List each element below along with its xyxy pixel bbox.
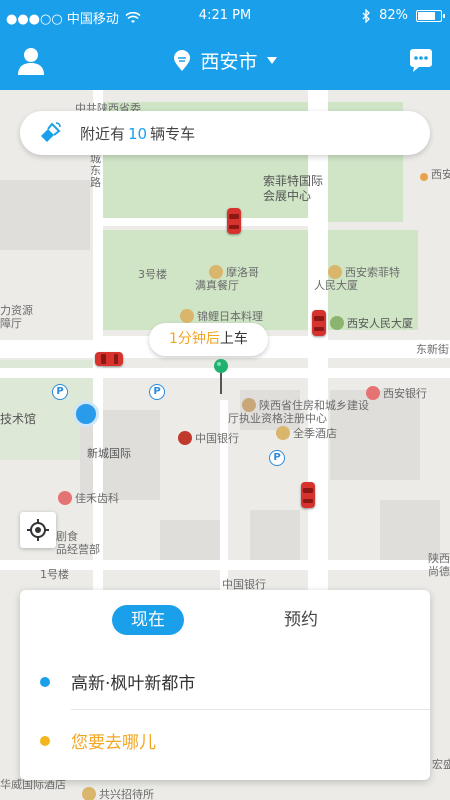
map-block — [160, 520, 220, 560]
parking-icon: P — [52, 384, 68, 400]
divider — [71, 709, 430, 710]
bank-icon — [178, 431, 192, 445]
map-label: 东新街 — [416, 343, 449, 356]
poi-marker-icon — [420, 173, 428, 181]
map-label: 全季酒店 — [276, 425, 337, 441]
origin-dot — [40, 676, 50, 687]
car-icon — [312, 310, 326, 336]
system-indicators: 82% — [361, 8, 445, 23]
ride-request-panel: 现在 预约 高新·枫叶新都市 您要去哪儿 — [20, 590, 430, 780]
city-selector[interactable]: 西安市 — [0, 47, 450, 74]
map-label: 西安银行 — [366, 385, 427, 401]
map-label: 锦鲤日本料理 — [180, 308, 263, 324]
location-badge-icon — [174, 49, 191, 71]
map-label: 佳禾齿科 — [58, 490, 119, 506]
destination-row[interactable]: 您要去哪儿 — [20, 713, 430, 768]
tab-book[interactable]: 预约 — [265, 605, 337, 635]
bluetooth-icon — [362, 8, 371, 23]
nearby-suffix: 辆专车 — [150, 124, 196, 143]
map-label: 3号楼 — [138, 268, 167, 281]
map-label: 剧食 品经营部 — [56, 530, 100, 556]
map-label: 西安 — [420, 166, 450, 182]
map-label: 中国银行 — [178, 430, 239, 446]
map-block — [250, 510, 300, 560]
map-label: 摩洛哥 满真餐厅 — [195, 265, 259, 292]
map-block — [0, 180, 90, 250]
megaphone-icon — [41, 122, 61, 142]
nearby-cars-text: 附近有 10 辆专车 — [80, 123, 195, 144]
origin-address: 高新·枫叶新都市 — [71, 674, 196, 694]
map-road — [100, 218, 320, 226]
nearby-count: 10 — [128, 124, 148, 143]
map-label: 宏盛 — [432, 758, 450, 771]
battery-percent: 82% — [379, 8, 408, 23]
medical-icon — [58, 491, 72, 505]
battery-icon — [416, 9, 445, 22]
battery-fill — [418, 11, 435, 20]
building-icon — [330, 316, 344, 330]
map-label: 共兴招待所 — [82, 786, 154, 800]
chevron-down-icon — [266, 57, 277, 64]
pickup-pin-icon[interactable] — [213, 358, 229, 394]
current-location-dot — [73, 401, 99, 427]
nearby-prefix: 附近有 — [80, 124, 126, 143]
map-label: 索菲特国际 会展中心 — [263, 174, 324, 203]
bank-icon — [366, 386, 380, 400]
map-label: 1号楼 — [40, 568, 69, 581]
restaurant-icon — [180, 309, 194, 323]
government-icon — [242, 398, 256, 412]
restaurant-icon — [209, 265, 223, 279]
car-icon — [301, 482, 315, 508]
hotel-icon — [276, 426, 290, 440]
hotel-icon — [328, 265, 342, 279]
origin-row[interactable]: 高新·枫叶新都市 — [20, 654, 430, 709]
map-label: 新城国际 — [87, 447, 131, 460]
destination-input[interactable]: 您要去哪儿 — [71, 728, 156, 753]
map-label: 西安索菲特 人民大厦 — [314, 265, 400, 292]
locate-me-button[interactable] — [20, 512, 56, 548]
pickup-action: 上车 — [219, 331, 248, 347]
map-label: 城东路 — [90, 152, 101, 189]
app-header: 西安市 — [0, 32, 450, 90]
tab-now[interactable]: 现在 — [112, 605, 184, 635]
parking-icon: P — [149, 384, 165, 400]
hotel-icon — [82, 787, 96, 800]
city-name: 西安市 — [200, 51, 258, 73]
pickup-eta-bubble[interactable]: 1分钟后上车 — [149, 323, 268, 356]
parking-icon: P — [269, 450, 285, 466]
map-label: 陕西 尚德 — [428, 552, 450, 578]
status-bar: ●●●○○ 中国移动 4:21 PM 82% — [0, 0, 450, 32]
map-label: 技术馆 — [0, 412, 37, 426]
destination-dot — [40, 735, 50, 746]
map-block — [380, 500, 440, 560]
nearby-cars-bar[interactable]: 附近有 10 辆专车 — [20, 111, 430, 155]
car-icon — [95, 352, 123, 366]
map-label: 力资源 障厅 — [0, 304, 33, 330]
crosshair-icon — [27, 519, 49, 541]
message-icon[interactable] — [406, 46, 436, 76]
pickup-eta: 1分钟后 — [169, 331, 220, 347]
car-icon — [227, 208, 241, 234]
map-label: 西安人民大厦 — [330, 315, 413, 331]
